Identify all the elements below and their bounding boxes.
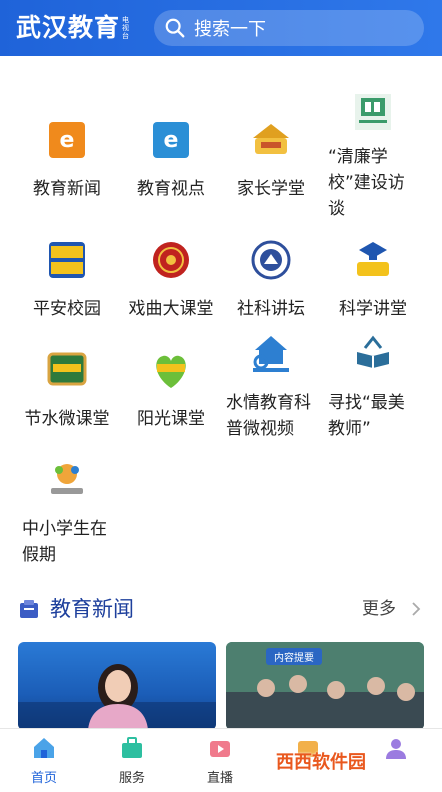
grid-item-label: 寻找“最美教师” (328, 393, 405, 439)
grid-item-water-education-video[interactable]: 水情教育科普微视频 (216, 332, 326, 439)
news-thumbnail-classroom (226, 642, 424, 730)
best-teacher-icon (357, 335, 389, 368)
news-section-icon (20, 600, 38, 618)
grid-item-label: 节水微课堂 (24, 409, 110, 429)
sunshine-class-icon (156, 355, 186, 388)
grid-item-label: 社科讲坛 (237, 299, 305, 319)
grid-item-education-viewpoint[interactable]: e 教育视点 (116, 118, 226, 248)
svg-text:e: e (164, 128, 179, 153)
watermark-text: 西西软件园 (276, 752, 366, 773)
grid-item-label: 教育新闻 (33, 179, 101, 199)
grid-item-water-saving-class[interactable]: 节水微课堂 (12, 348, 122, 429)
grid-item-sunshine-class[interactable]: 阳光课堂 (116, 348, 226, 429)
brand-logo: 武汉教育 电视台 (16, 12, 131, 44)
news-section-header: 教育新闻 更多 (0, 592, 442, 626)
grid-item-education-news[interactable]: e 教育新闻 (12, 118, 122, 248)
news-card-tag: 内容提要 (266, 648, 322, 665)
grid-item-label: 戏曲大课堂 (128, 299, 214, 319)
app-header: 武汉教育 电视台 搜索一下 (0, 0, 442, 56)
brand-title: 武汉教育 (16, 13, 121, 42)
nav-label: 服务 (118, 771, 145, 786)
grid-item-label: 平安校园 (33, 299, 101, 319)
chevron-right-icon[interactable] (410, 601, 422, 617)
search-bar[interactable]: 搜索一下 (154, 10, 424, 46)
bottom-nav: 首页 服务 直播 (0, 728, 442, 792)
live-icon (210, 741, 230, 757)
clean-school-icon (355, 94, 391, 130)
grid-item-social-science-forum[interactable]: 社科讲坛 (216, 238, 326, 319)
grid-item-label: 家长学堂 (237, 179, 305, 199)
profile-icon (386, 739, 406, 759)
search-placeholder: 搜索一下 (194, 19, 266, 40)
svg-text:e: e (60, 128, 75, 153)
students-holiday-icon (51, 464, 83, 494)
nav-item-profile[interactable] (356, 735, 436, 767)
parent-school-icon (253, 124, 289, 154)
grid-item-label: 阳光课堂 (137, 409, 205, 429)
nav-label: 首页 (30, 771, 57, 786)
nav-item-live[interactable]: 直播 (180, 735, 260, 786)
section-title: 教育新闻 (50, 597, 134, 621)
grid-item-safe-campus[interactable]: 平安校园 (12, 238, 122, 319)
education-news-icon: e (49, 122, 85, 158)
grid-item-label: 科学讲堂 (339, 299, 407, 319)
opera-class-icon (153, 242, 189, 278)
search-icon (165, 18, 185, 38)
safe-campus-icon (49, 242, 85, 278)
nav-item-service[interactable]: 服务 (92, 735, 172, 786)
education-viewpoint-icon: e (153, 122, 189, 158)
grid-item-label: 中小学生在假期 (22, 519, 107, 565)
grid-item-science-lecture[interactable]: 科学讲堂 (318, 238, 428, 319)
service-icon (122, 737, 142, 758)
nav-item-home[interactable]: 首页 (4, 735, 84, 786)
news-card[interactable] (18, 642, 216, 730)
brand-subtitle: 电视台 (122, 16, 130, 40)
grid-item-label: 教育视点 (137, 179, 205, 199)
grid-item-best-teacher[interactable]: 寻找“最美教师” (318, 332, 428, 439)
water-saving-class-icon (47, 352, 87, 386)
science-lecture-icon (357, 242, 389, 276)
home-icon (34, 738, 54, 758)
grid-item-students-holiday[interactable]: 中小学生在假期 (12, 458, 122, 565)
social-science-forum-icon (251, 240, 291, 280)
grid-item-clean-school[interactable]: “清廉学校”建设访谈 (318, 92, 428, 232)
news-thumbnail-anchor (18, 664, 216, 730)
news-card[interactable]: 内容提要 (226, 642, 424, 730)
grid-item-parent-school[interactable]: 家长学堂 (216, 118, 326, 248)
nav-label: 直播 (206, 771, 233, 786)
more-link[interactable]: 更多 (362, 597, 396, 621)
grid-item-label: 水情教育科普微视频 (226, 393, 311, 439)
grid-item-opera-class[interactable]: 戏曲大课堂 (116, 238, 226, 319)
grid-item-label: “清廉学校”建设访谈 (328, 147, 405, 219)
water-education-video-icon (253, 336, 289, 372)
